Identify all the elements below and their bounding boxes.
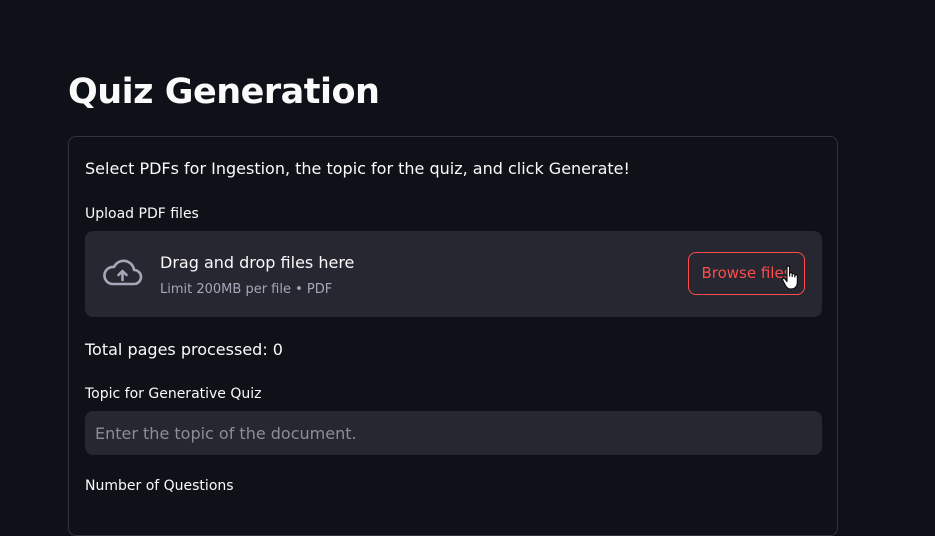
upload-label: Upload PDF files [85, 206, 199, 222]
pages-processed-count: Total pages processed: 0 [85, 340, 283, 359]
hand-pointer-icon [781, 265, 798, 290]
page-title: Quiz Generation [68, 72, 380, 112]
form-instructions: Select PDFs for Ingestion, the topic for… [85, 159, 630, 178]
quiz-form: Select PDFs for Ingestion, the topic for… [68, 136, 838, 536]
topic-input[interactable] [85, 411, 822, 455]
dropzone-limit-text: Limit 200MB per file • PDF [160, 282, 333, 297]
topic-label: Topic for Generative Quiz [85, 386, 262, 402]
dropzone-title: Drag and drop files here [160, 253, 355, 272]
file-dropzone[interactable]: Drag and drop files here Limit 200MB per… [85, 231, 822, 317]
questions-label: Number of Questions [85, 478, 234, 494]
cloud-upload-icon [103, 259, 143, 286]
